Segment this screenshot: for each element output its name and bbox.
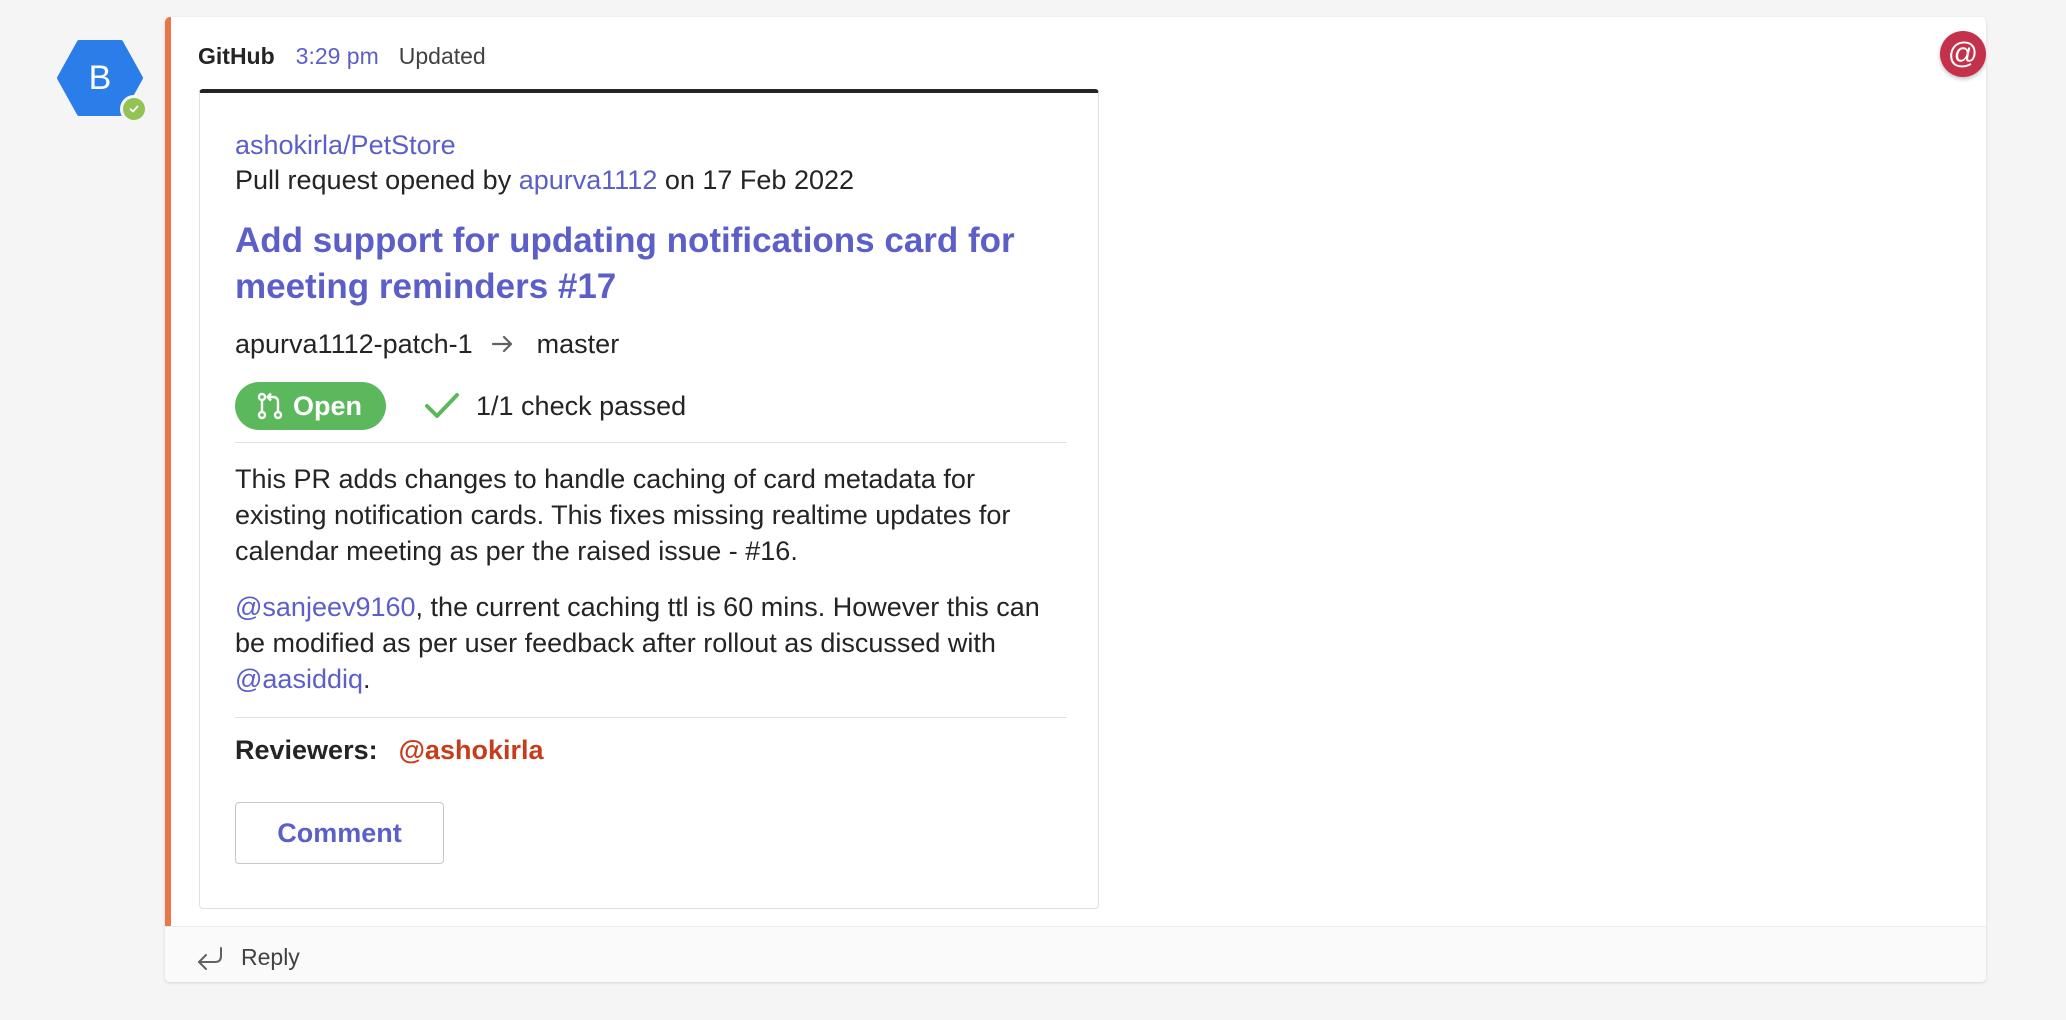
status-row: Open 1/1 check passed bbox=[235, 382, 1067, 430]
opened-prefix: Pull request opened by bbox=[235, 165, 512, 195]
opened-date: on 17 Feb 2022 bbox=[664, 165, 855, 195]
branch-line: apurva1112-patch-1 master bbox=[235, 326, 1067, 362]
target-branch: master bbox=[536, 329, 620, 359]
description-paragraph: This PR adds changes to handle caching o… bbox=[235, 464, 1011, 566]
message-accent-bar bbox=[165, 17, 171, 926]
mention-icon: @ bbox=[1940, 31, 1986, 77]
checkmark-icon bbox=[425, 393, 460, 418]
pr-description: This PR adds changes to handle caching o… bbox=[235, 461, 1067, 697]
note-end: . bbox=[363, 664, 371, 694]
message-container: GitHub 3:29 pm Updated @ ashokirla/PetSt… bbox=[165, 17, 1986, 982]
checks-label: 1/1 check passed bbox=[476, 390, 687, 421]
reply-bar[interactable]: Reply bbox=[165, 926, 1986, 982]
source-branch: apurva1112-patch-1 bbox=[235, 329, 473, 359]
reviewers-label: Reviewers: bbox=[235, 734, 378, 765]
comment-button[interactable]: Comment bbox=[235, 802, 444, 864]
pr-state-badge: Open bbox=[235, 382, 387, 430]
divider bbox=[235, 717, 1067, 718]
bot-avatar[interactable]: B bbox=[57, 40, 148, 123]
reply-icon bbox=[198, 947, 222, 970]
note-paragraph: @sanjeev9160, the current caching ttl is… bbox=[235, 589, 1067, 697]
pull-request-icon bbox=[257, 392, 283, 420]
pr-title-link[interactable]: Add support for updating notifications c… bbox=[235, 218, 1035, 310]
arrow-right-icon bbox=[491, 334, 515, 354]
reviewers-row: Reviewers: @ashokirla bbox=[235, 732, 1067, 768]
reviewer-mention[interactable]: @ashokirla bbox=[399, 735, 544, 766]
message-time[interactable]: 3:29 pm bbox=[296, 43, 379, 70]
divider bbox=[235, 442, 1067, 443]
repo-link[interactable]: ashokirla/PetStore bbox=[235, 128, 1067, 162]
presence-available-icon bbox=[120, 95, 148, 123]
mention-link[interactable]: @sanjeev9160 bbox=[235, 592, 416, 622]
pull-request-card: ashokirla/PetStore Pull request opened b… bbox=[199, 89, 1099, 909]
reply-label: Reply bbox=[241, 943, 300, 970]
message-header: GitHub 3:29 pm Updated bbox=[198, 41, 486, 71]
pr-state-label: Open bbox=[293, 390, 363, 421]
mention-link[interactable]: @aasiddiq bbox=[235, 664, 363, 694]
checks-status: 1/1 check passed bbox=[424, 391, 686, 422]
message-status: Updated bbox=[398, 42, 486, 69]
sender-name[interactable]: GitHub bbox=[198, 43, 275, 70]
author-link[interactable]: apurva1112 bbox=[519, 165, 658, 195]
pr-opened-line: Pull request opened by apurva1112 on 17 … bbox=[235, 162, 1067, 198]
